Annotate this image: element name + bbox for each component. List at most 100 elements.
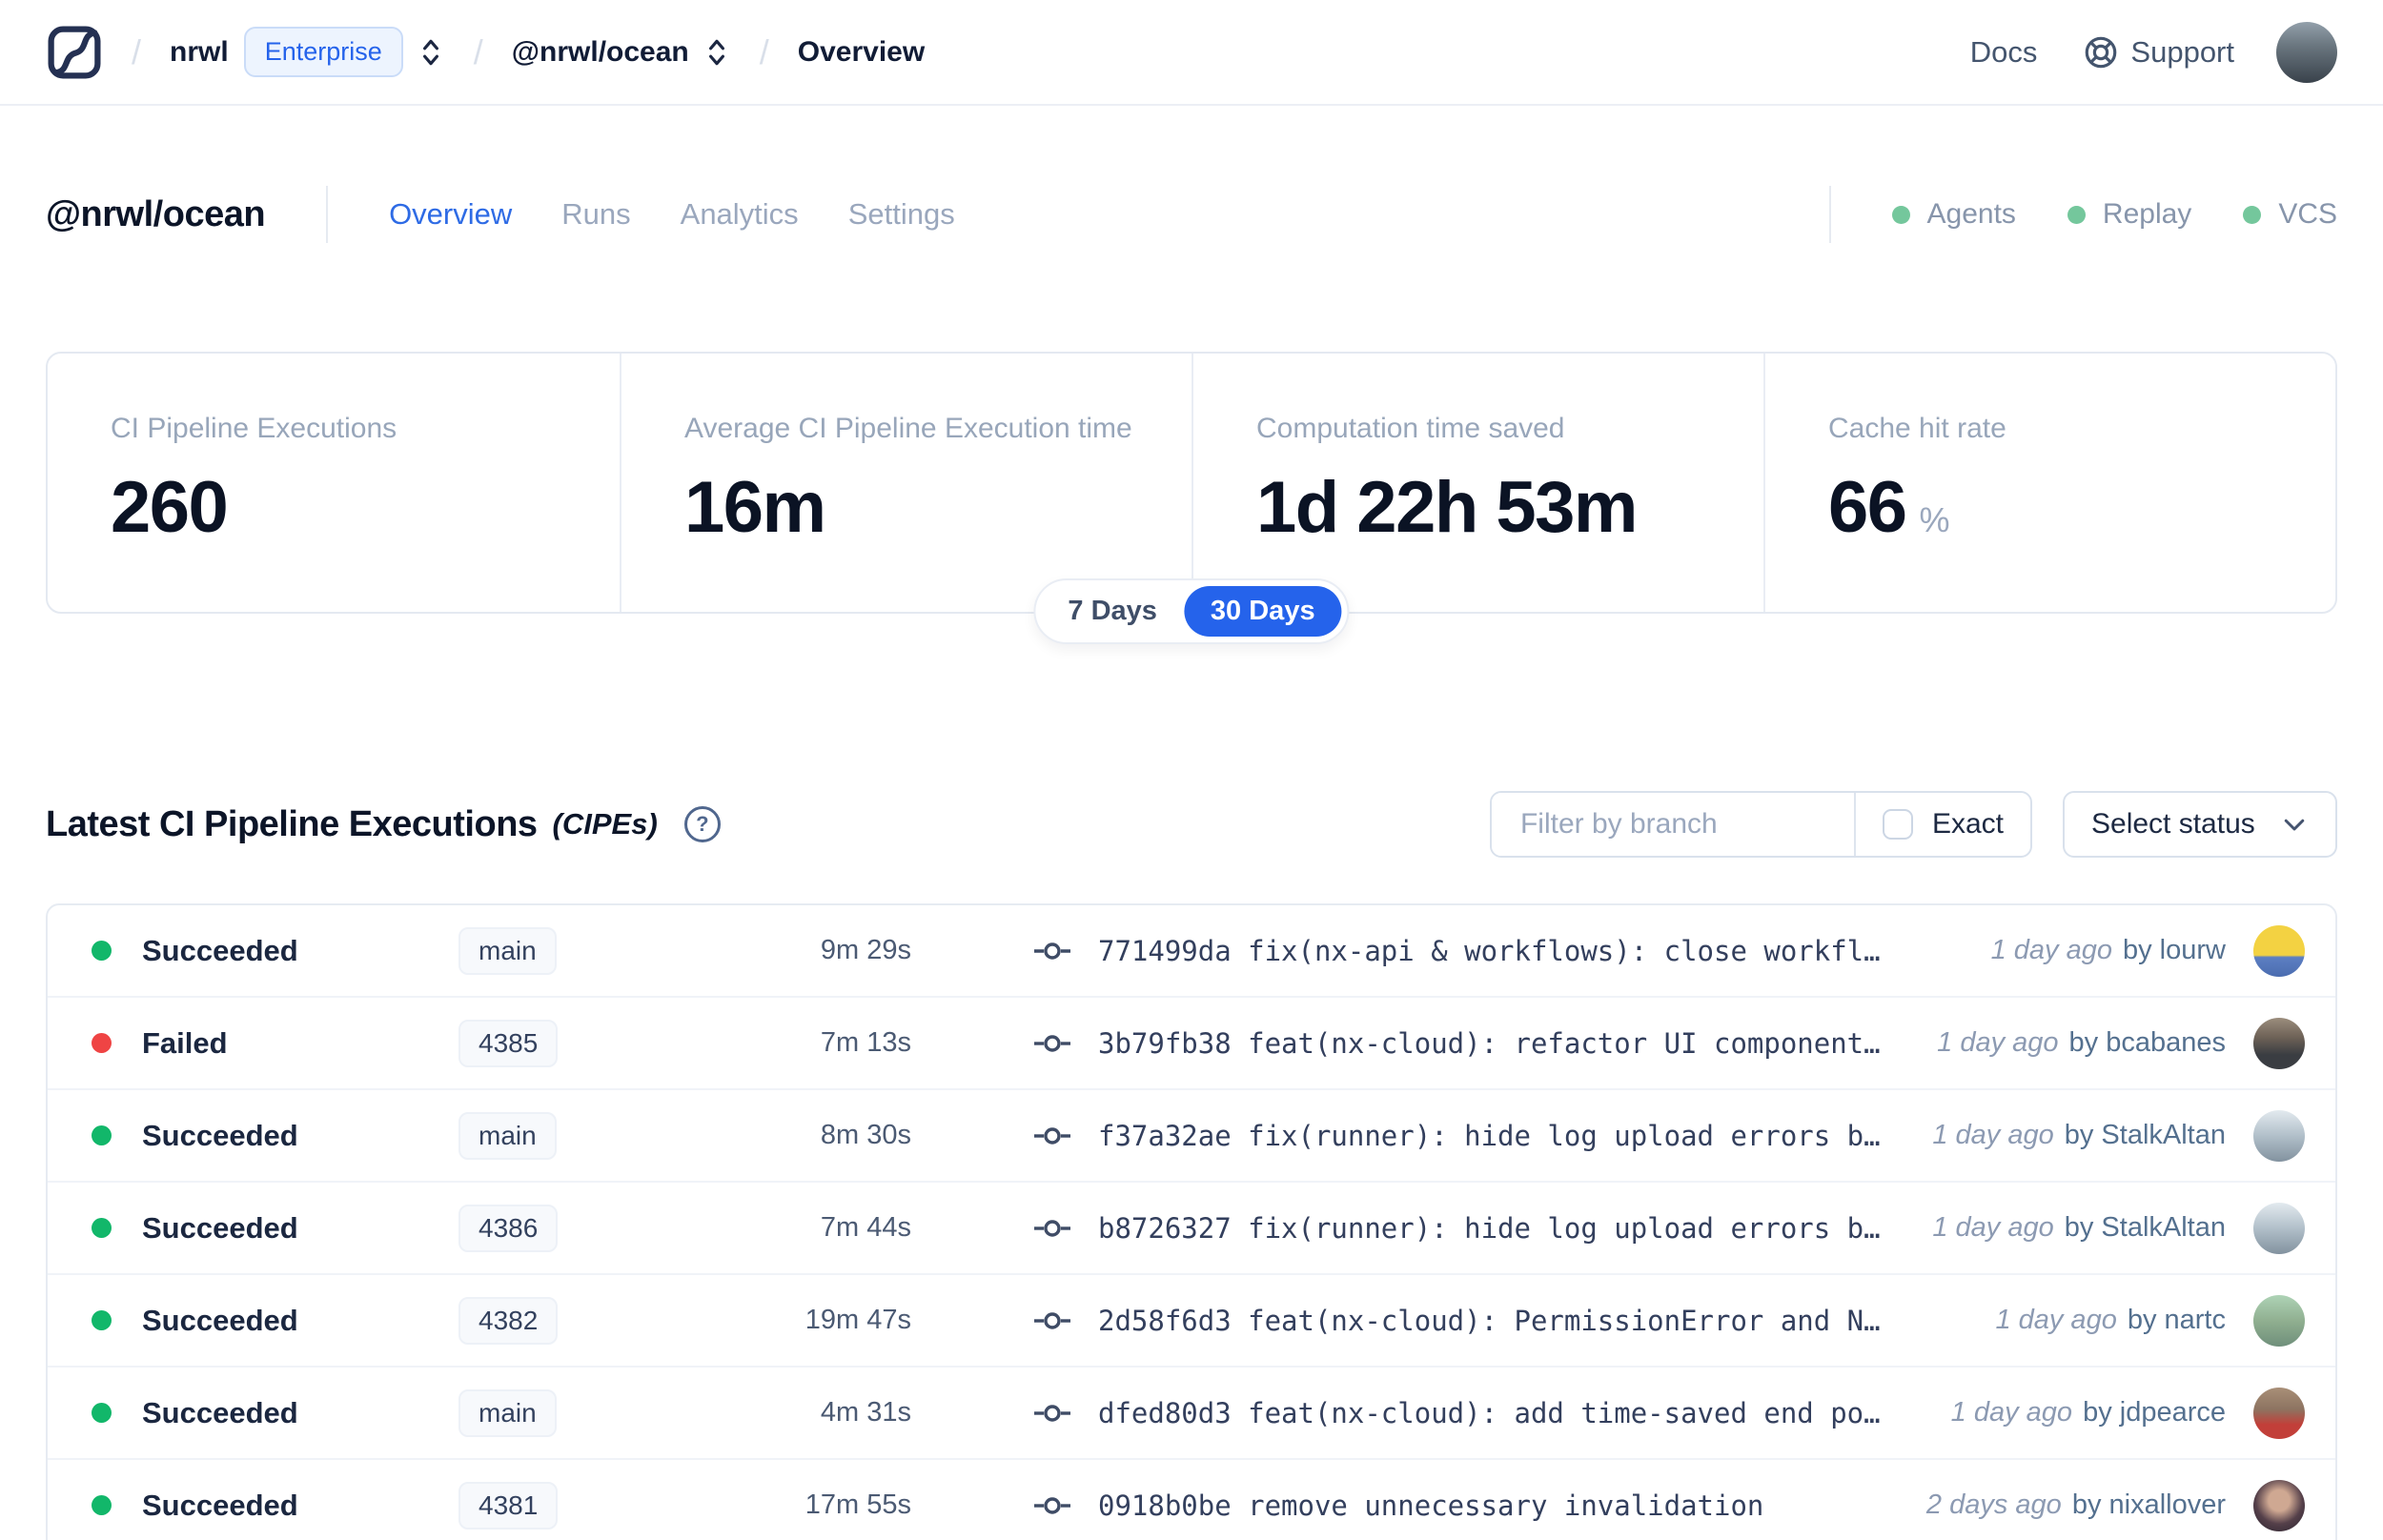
duration: 7m 44s bbox=[820, 1212, 911, 1243]
workspace-header: @nrwl/ocean Overview Runs Analytics Sett… bbox=[0, 184, 2383, 245]
breadcrumb-org[interactable]: nrwl bbox=[170, 36, 229, 69]
indicator-replay[interactable]: Replay bbox=[2067, 198, 2191, 231]
avatar[interactable] bbox=[2253, 1294, 2305, 1347]
branch-badge[interactable]: 4386 bbox=[458, 1204, 559, 1252]
avatar[interactable] bbox=[2253, 924, 2305, 977]
branch-cell: main bbox=[458, 1111, 673, 1160]
meta-cell: 1 day ago by jdpearce bbox=[1951, 1387, 2305, 1439]
tab-analytics[interactable]: Analytics bbox=[681, 197, 799, 232]
commit-message[interactable]: 3b79fb38 feat(nx-cloud): refactor UI com… bbox=[1098, 1027, 1881, 1060]
help-icon[interactable]: ? bbox=[683, 806, 721, 842]
table-row[interactable]: Failed 4385 7m 13s 3b79fb38 feat(nx-clou… bbox=[48, 998, 2335, 1090]
commit-message[interactable]: 771499da fix(nx-api & workflows): close … bbox=[1098, 935, 1881, 967]
table-row[interactable]: Succeeded main 4m 31s dfed80d3 feat(nx-c… bbox=[48, 1368, 2335, 1460]
author: by StalkAltan bbox=[2064, 1120, 2226, 1150]
branch-filter-input[interactable] bbox=[1491, 793, 1854, 856]
workspace-switcher-chevron-icon[interactable] bbox=[703, 36, 731, 69]
git-commit-icon bbox=[1034, 1126, 1070, 1145]
git-commit-icon bbox=[1034, 1404, 1070, 1422]
time-ago: 1 day ago bbox=[1932, 1212, 2054, 1243]
table-row[interactable]: Succeeded 4381 17m 55s 0918b0be remove u… bbox=[48, 1460, 2335, 1540]
enterprise-badge: Enterprise bbox=[243, 27, 403, 77]
lifebuoy-icon bbox=[2086, 36, 2117, 68]
stats-section: CI Pipeline Executions 260 Average CI Pi… bbox=[46, 352, 2337, 644]
status-dot-icon bbox=[92, 1125, 112, 1145]
nx-cloud-logo-icon[interactable] bbox=[46, 24, 103, 81]
commit-message[interactable]: 0918b0be remove unnecessary invalidation bbox=[1098, 1489, 1763, 1522]
status-cell: Succeeded bbox=[92, 1489, 458, 1523]
status-dot-icon bbox=[92, 941, 112, 961]
avatar[interactable] bbox=[2253, 1109, 2305, 1162]
indicator-vcs[interactable]: VCS bbox=[2243, 198, 2337, 231]
branch-cell: 4385 bbox=[458, 1019, 673, 1067]
breadcrumb-page: Overview bbox=[797, 35, 926, 68]
status-dot-icon bbox=[92, 1310, 112, 1330]
green-dot-icon bbox=[1891, 205, 1910, 224]
stat-value: 1d 22h 53m bbox=[1256, 467, 1639, 548]
commit-cell: 2d58f6d3 feat(nx-cloud): PermissionError… bbox=[1033, 1305, 1957, 1337]
avatar[interactable] bbox=[2253, 1387, 2305, 1439]
commit-message[interactable]: b8726327 fix(runner): hide log upload er… bbox=[1098, 1212, 1881, 1245]
cipe-section-header: Latest CI Pipeline Executions (CIPEs) ? … bbox=[46, 791, 2337, 858]
status-cell: Failed bbox=[92, 1026, 458, 1061]
commit-cell: 771499da fix(nx-api & workflows): close … bbox=[1033, 935, 1953, 967]
exact-checkbox[interactable] bbox=[1882, 809, 1913, 840]
breadcrumb-separator: / bbox=[759, 31, 769, 71]
range-30-days-button[interactable]: 30 Days bbox=[1183, 586, 1342, 637]
indicator-agents[interactable]: Agents bbox=[1891, 198, 2016, 231]
status-cell: Succeeded bbox=[92, 1396, 458, 1430]
meta-cell: 1 day ago by StalkAltan bbox=[1932, 1109, 2305, 1162]
table-row[interactable]: Succeeded 4386 7m 44s b8726327 fix(runne… bbox=[48, 1183, 2335, 1275]
user-avatar[interactable] bbox=[2276, 21, 2337, 83]
avatar[interactable] bbox=[2253, 1202, 2305, 1254]
tab-settings[interactable]: Settings bbox=[848, 197, 955, 232]
status-label: Succeeded bbox=[142, 933, 298, 967]
tab-overview[interactable]: Overview bbox=[389, 197, 512, 232]
branch-badge[interactable]: main bbox=[458, 1388, 557, 1437]
duration: 8m 30s bbox=[820, 1120, 911, 1150]
status-cell: Succeeded bbox=[92, 1211, 458, 1246]
stat-value: 16m bbox=[684, 467, 826, 548]
workspace-tabs: Overview Runs Analytics Settings bbox=[389, 197, 955, 232]
avatar[interactable] bbox=[2253, 1479, 2305, 1531]
branch-badge[interactable]: main bbox=[458, 1111, 557, 1160]
range-7-days-button[interactable]: 7 Days bbox=[1041, 586, 1184, 637]
branch-badge[interactable]: 4385 bbox=[458, 1019, 559, 1067]
stat-card-computation-time-saved: Computation time saved 1d 22h 53m bbox=[1192, 354, 1763, 612]
section-title: Latest CI Pipeline Executions bbox=[46, 803, 538, 844]
commit-cell: dfed80d3 feat(nx-cloud): add time-saved … bbox=[1033, 1397, 1913, 1429]
time-ago: 1 day ago bbox=[1990, 935, 2112, 965]
commit-message[interactable]: f37a32ae fix(runner): hide log upload er… bbox=[1098, 1120, 1881, 1152]
docs-link[interactable]: Docs bbox=[1970, 35, 2038, 70]
org-switcher-chevron-icon[interactable] bbox=[417, 36, 445, 69]
branch-badge[interactable]: 4382 bbox=[458, 1296, 559, 1345]
commit-cell: 0918b0be remove unnecessary invalidation bbox=[1033, 1489, 1888, 1522]
table-row[interactable]: Succeeded main 9m 29s 771499da fix(nx-ap… bbox=[48, 905, 2335, 998]
status-select-button[interactable]: Select status bbox=[2063, 791, 2337, 858]
cipe-filters: Exact Select status bbox=[1489, 791, 2337, 858]
author: by nixallover bbox=[2071, 1489, 2226, 1520]
tab-runs[interactable]: Runs bbox=[561, 197, 630, 232]
git-commit-icon bbox=[1034, 1219, 1070, 1237]
branch-badge[interactable]: main bbox=[458, 926, 557, 975]
support-link[interactable]: Support bbox=[2083, 34, 2234, 71]
commit-message[interactable]: dfed80d3 feat(nx-cloud): add time-saved … bbox=[1098, 1397, 1881, 1429]
status-label: Failed bbox=[142, 1025, 228, 1060]
table-row[interactable]: Succeeded main 8m 30s f37a32ae fix(runne… bbox=[48, 1090, 2335, 1183]
meta-cell: 1 day ago by bcabanes bbox=[1937, 1017, 2305, 1069]
breadcrumb-workspace[interactable]: @nrwl/ocean bbox=[512, 36, 689, 69]
breadcrumb: / nrwl Enterprise / @nrwl/ocean / Overvi… bbox=[46, 24, 925, 81]
status-label: Succeeded bbox=[142, 1118, 298, 1152]
table-row[interactable]: Succeeded 4382 19m 47s 2d58f6d3 feat(nx-… bbox=[48, 1275, 2335, 1368]
status-dot-icon bbox=[92, 1218, 112, 1238]
time-ago: 1 day ago bbox=[1932, 1120, 2054, 1150]
avatar[interactable] bbox=[2253, 1017, 2305, 1069]
topbar-actions: Docs Support bbox=[1970, 21, 2337, 83]
branch-cell: 4386 bbox=[458, 1204, 673, 1252]
commit-cell: b8726327 fix(runner): hide log upload er… bbox=[1033, 1212, 1894, 1245]
author: by lourw bbox=[2123, 935, 2226, 965]
git-commit-icon bbox=[1034, 942, 1070, 960]
stat-card-cache-hit-rate: Cache hit rate 66% bbox=[1763, 354, 2335, 612]
commit-message[interactable]: 2d58f6d3 feat(nx-cloud): PermissionError… bbox=[1098, 1305, 1881, 1337]
branch-badge[interactable]: 4381 bbox=[458, 1481, 559, 1530]
